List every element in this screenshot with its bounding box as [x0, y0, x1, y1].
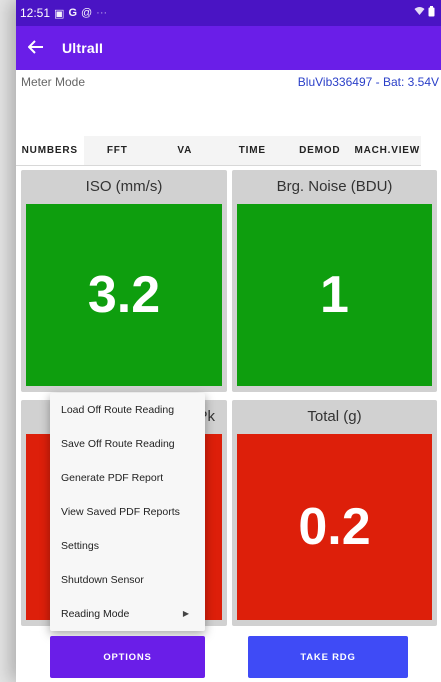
tab-time[interactable]: TIME: [219, 136, 287, 165]
tile-brg-noise-value: 1: [237, 204, 432, 386]
tab-bar: NUMBERS FFT VA TIME DEMOD MACH.VIEW: [16, 136, 421, 166]
menu-item-settings[interactable]: Settings: [50, 529, 205, 563]
options-menu: Load Off Route Reading Save Off Route Re…: [50, 393, 205, 631]
menu-item-save-off-route[interactable]: Save Off Route Reading: [50, 427, 205, 461]
meter-mode-label: Meter Mode: [21, 75, 86, 89]
tile-brg-noise[interactable]: Brg. Noise (BDU) 1: [232, 170, 437, 392]
tile-total[interactable]: Total (g) 0.2: [232, 400, 437, 626]
tab-demod[interactable]: DEMOD: [286, 136, 354, 165]
menu-item-reading-mode[interactable]: Reading Mode ▶: [50, 597, 205, 631]
google-icon: G: [68, 7, 77, 19]
menu-item-view-saved-pdf[interactable]: View Saved PDF Reports: [50, 495, 205, 529]
app-title: UltraII: [62, 40, 104, 56]
device-battery-label: BluVib336497 - Bat: 3.54V: [297, 75, 439, 89]
menu-item-reading-mode-label: Reading Mode: [61, 608, 130, 620]
tile-total-value: 0.2: [237, 434, 432, 620]
status-time: 12:51: [20, 6, 51, 20]
back-arrow-icon[interactable]: [27, 37, 62, 60]
tile-iso[interactable]: ISO (mm/s) 3.2: [21, 170, 227, 392]
options-button[interactable]: OPTIONS: [50, 636, 205, 678]
at-icon: @: [81, 7, 93, 19]
app-bar: UltraII: [16, 26, 441, 70]
menu-item-shutdown-sensor[interactable]: Shutdown Sensor: [50, 563, 205, 597]
tile-brg-noise-label: Brg. Noise (BDU): [276, 178, 393, 195]
tile-iso-label: ISO (mm/s): [85, 178, 163, 195]
device-screen: 12:51 ▣ G @ ··· UltraII Meter Mode BluVi…: [16, 0, 441, 682]
tab-mach-view[interactable]: MACH.VIEW: [354, 136, 422, 165]
take-reading-button[interactable]: TAKE RDG: [248, 636, 408, 678]
more-icon: ···: [96, 7, 108, 19]
menu-item-generate-pdf[interactable]: Generate PDF Report: [50, 461, 205, 495]
info-bar: Meter Mode BluVib336497 - Bat: 3.54V: [16, 72, 441, 92]
status-bar: 12:51 ▣ G @ ···: [16, 0, 441, 26]
wifi-icon: [414, 6, 425, 20]
tab-fft[interactable]: FFT: [84, 136, 152, 165]
menu-item-load-off-route[interactable]: Load Off Route Reading: [50, 393, 205, 427]
tab-va[interactable]: VA: [151, 136, 219, 165]
submenu-arrow-icon: ▶: [182, 609, 189, 618]
tile-iso-value: 3.2: [26, 204, 222, 386]
battery-icon: [428, 6, 435, 20]
tab-numbers[interactable]: NUMBERS: [16, 136, 84, 165]
image-icon: ▣: [54, 7, 65, 20]
tile-total-label: Total (g): [307, 408, 362, 425]
